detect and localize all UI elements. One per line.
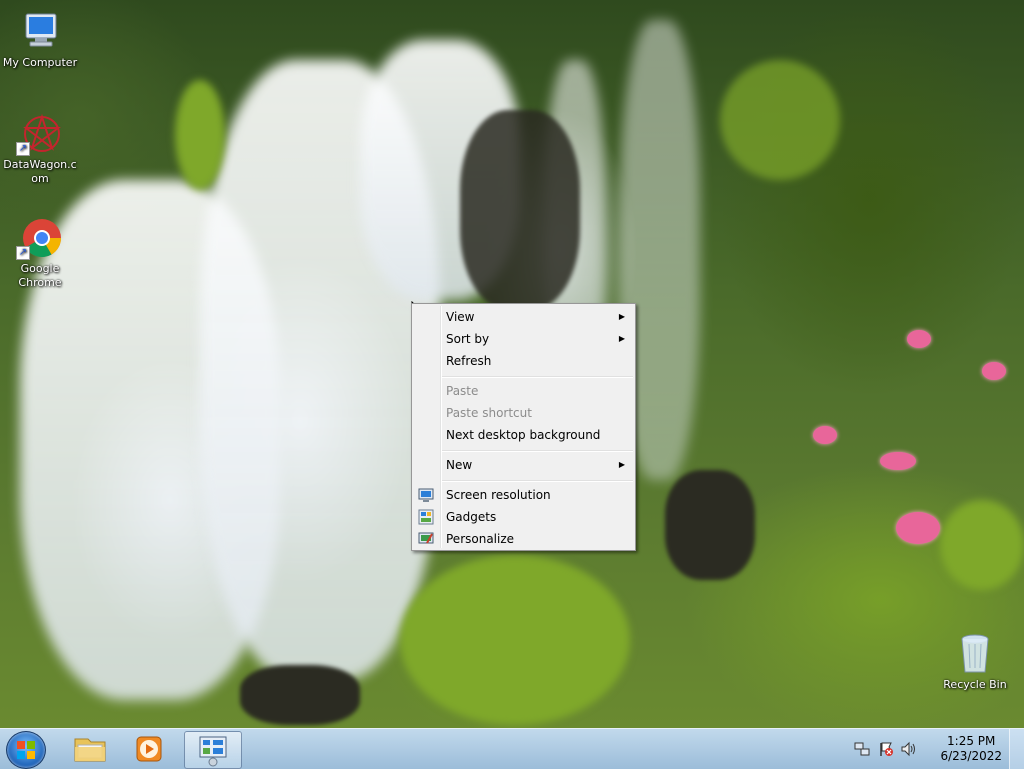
desktop-icon-label: Google Chrome xyxy=(18,262,62,289)
control-panel-icon xyxy=(199,736,227,767)
clock-time: 1:25 PM xyxy=(947,734,996,748)
menu-item-sort-by[interactable]: Sort by ▶ xyxy=(414,328,633,350)
flower xyxy=(896,512,940,544)
taskbar-windows-explorer[interactable] xyxy=(62,731,118,767)
recycle-bin-icon xyxy=(953,632,997,676)
taskbar: 1:25 PM 6/23/2022 xyxy=(0,728,1024,769)
flower xyxy=(813,426,837,444)
menu-item-label: Paste xyxy=(446,384,479,398)
taskbar-media-player[interactable] xyxy=(121,731,177,767)
windows-explorer-icon xyxy=(74,738,106,762)
computer-icon xyxy=(18,10,62,54)
taskbar-clock[interactable]: 1:25 PM 6/23/2022 xyxy=(940,734,1002,764)
desktop-icon-my-computer[interactable]: My Computer xyxy=(0,10,80,70)
desktop-background[interactable]: My Computer ↗ DataWagon.c om ↗ Google Ch… xyxy=(0,0,1024,728)
network-icon[interactable] xyxy=(854,741,870,757)
desktop-icon-google-chrome[interactable]: ↗ Google Chrome xyxy=(0,216,80,290)
flower xyxy=(880,452,916,470)
menu-item-screen-resolution[interactable]: Screen resolution xyxy=(414,484,633,506)
flower xyxy=(982,362,1006,380)
start-orb-icon xyxy=(17,741,35,759)
gadgets-icon xyxy=(418,509,434,525)
menu-item-label: Personalize xyxy=(446,532,515,546)
menu-separator xyxy=(442,450,633,452)
menu-item-label: Screen resolution xyxy=(446,488,551,502)
menu-item-label: View xyxy=(446,310,475,324)
submenu-arrow-icon: ▶ xyxy=(618,312,625,321)
menu-item-label: Refresh xyxy=(446,354,492,368)
menu-item-label: New xyxy=(446,458,473,472)
system-tray: 1:25 PM 6/23/2022 xyxy=(854,729,1024,769)
moss-left xyxy=(175,80,225,190)
submenu-arrow-icon: ▶ xyxy=(618,460,625,469)
rock-center xyxy=(460,110,580,310)
menu-item-next-desktop-background[interactable]: Next desktop background xyxy=(414,424,633,446)
menu-item-personalize[interactable]: Personalize xyxy=(414,528,633,550)
menu-item-refresh[interactable]: Refresh xyxy=(414,350,633,372)
menu-item-label: Next desktop background xyxy=(446,428,601,442)
flower xyxy=(907,330,931,348)
desktop-icon-datawagon[interactable]: ↗ DataWagon.c om xyxy=(0,112,80,186)
menu-item-label: Sort by xyxy=(446,332,490,346)
menu-item-gadgets[interactable]: Gadgets xyxy=(414,506,633,528)
desktop-icon-label: DataWagon.c om xyxy=(3,158,77,185)
moss-right-top xyxy=(720,60,840,180)
desktop-context-menu: View ▶ Sort by ▶ Refresh Paste Paste sho… xyxy=(411,303,636,551)
shortcut-arrow-icon: ↗ xyxy=(16,142,30,156)
menu-item-paste[interactable]: Paste xyxy=(414,380,633,402)
screen-resolution-icon xyxy=(418,488,434,502)
rock-right xyxy=(665,470,755,580)
clock-date: 6/23/2022 xyxy=(940,749,1002,763)
menu-item-view[interactable]: View ▶ xyxy=(414,306,633,328)
start-button[interactable] xyxy=(6,731,46,769)
media-player-icon xyxy=(136,736,162,762)
menu-separator xyxy=(442,480,633,482)
shortcut-arrow-icon: ↗ xyxy=(16,246,30,260)
datawagon-icon: ↗ xyxy=(16,112,62,156)
show-desktop-button[interactable] xyxy=(1009,729,1024,769)
submenu-arrow-icon: ▶ xyxy=(618,334,625,343)
personalize-icon xyxy=(418,532,434,544)
menu-item-label: Paste shortcut xyxy=(446,406,532,420)
rock-bottom xyxy=(240,665,360,725)
chrome-icon: ↗ xyxy=(16,216,62,260)
desktop-icon-label: Recycle Bin xyxy=(943,678,1007,691)
menu-item-new[interactable]: New ▶ xyxy=(414,454,633,476)
moss-boulder xyxy=(400,555,630,725)
action-center-icon[interactable] xyxy=(878,741,894,757)
menu-separator xyxy=(442,376,633,378)
desktop-icon-recycle-bin[interactable]: Recycle Bin xyxy=(935,632,1015,692)
volume-icon[interactable] xyxy=(900,741,916,757)
desktop-icon-label: My Computer xyxy=(2,56,78,69)
menu-item-label: Gadgets xyxy=(446,510,497,524)
menu-item-paste-shortcut[interactable]: Paste shortcut xyxy=(414,402,633,424)
taskbar-control-panel[interactable] xyxy=(184,731,242,769)
moss-right-bottom xyxy=(940,500,1024,590)
